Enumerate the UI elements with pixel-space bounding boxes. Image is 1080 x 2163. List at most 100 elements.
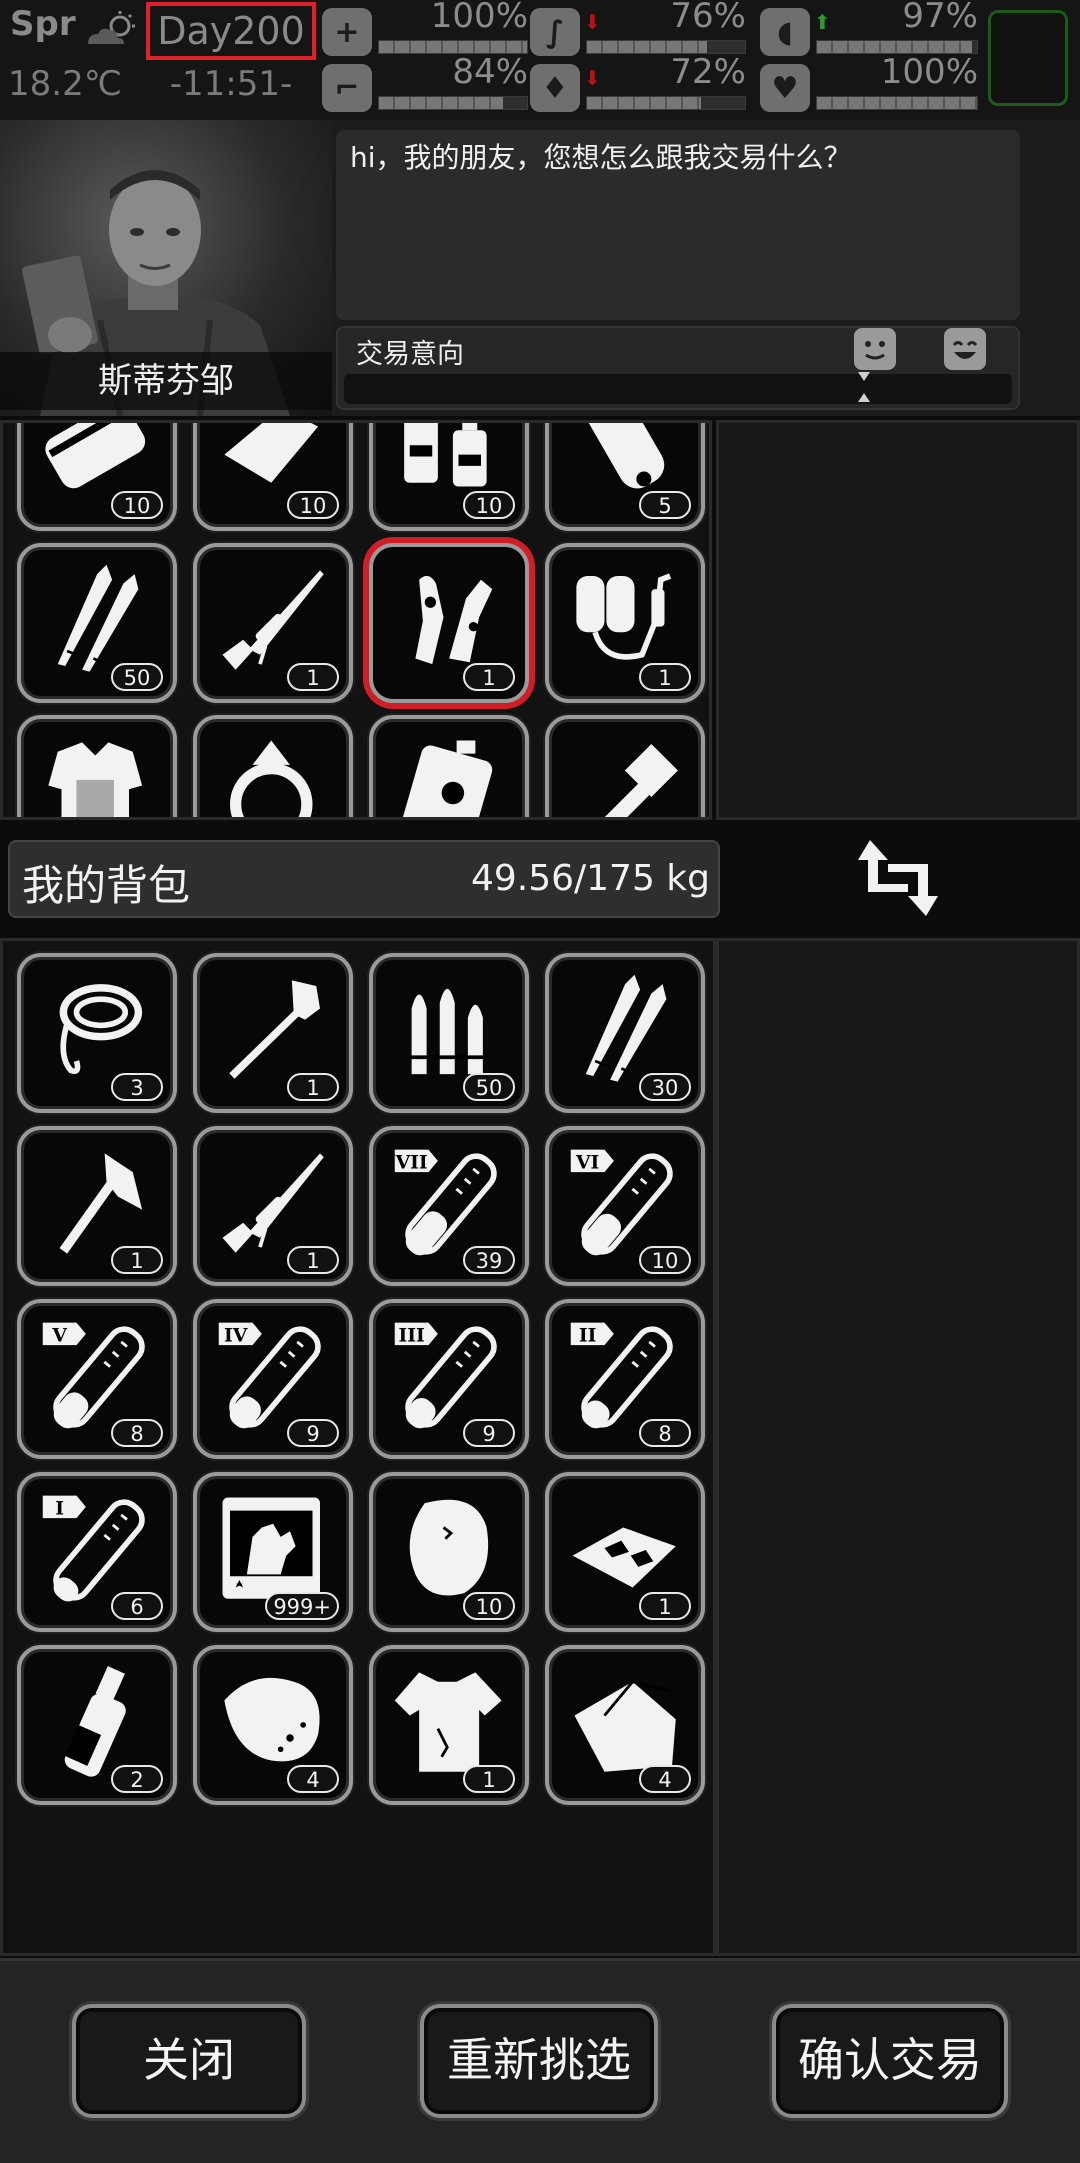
backpack-inventory[interactable]: 3 1 50 30 1 1 VII 39 VI 10 V 8 IV 9 III …	[0, 938, 716, 1956]
stat-percent: 72%	[670, 52, 746, 92]
stat-percent: 76%	[670, 0, 746, 36]
reselect-button[interactable]: 重新挑选	[420, 2004, 658, 2118]
item-count: 10	[463, 1592, 515, 1620]
inventory-slot[interactable]: VI 10	[545, 1126, 705, 1286]
intent-marker-icon	[858, 372, 870, 402]
inventory-slot[interactable]: 50	[369, 953, 529, 1113]
item-count: 1	[463, 1765, 515, 1793]
close-button[interactable]: 关闭	[72, 2004, 306, 2118]
inventory-slot[interactable]: 1	[193, 543, 353, 703]
npc-name: 斯蒂芬邹	[0, 352, 332, 410]
swap-icon[interactable]	[850, 830, 946, 926]
player-offer-area[interactable]	[716, 938, 1080, 1956]
item-count: 8	[639, 1419, 691, 1447]
gatling-gun-icon	[604, 743, 678, 817]
stat-percent: 100%	[880, 52, 978, 92]
item-count: 1	[639, 663, 691, 691]
inventory-slot[interactable]	[17, 715, 177, 817]
inventory-slot[interactable]: 1	[193, 1126, 353, 1286]
inventory-slot[interactable]: 1	[193, 953, 353, 1113]
svg-text:VI: VI	[575, 1151, 599, 1173]
trader-offer-area[interactable]	[716, 420, 1080, 820]
item-count: 9	[463, 1419, 515, 1447]
inventory-slot[interactable]: 10	[193, 423, 353, 531]
item-count: 1	[287, 663, 339, 691]
inventory-slot[interactable]	[369, 715, 529, 817]
inventory-slot[interactable]: 10	[369, 1472, 529, 1632]
item-count: 1	[287, 1246, 339, 1274]
item-count: 1	[287, 1073, 339, 1101]
inventory-slot[interactable]: 1	[545, 543, 705, 703]
inventory-slot[interactable]: 5	[545, 423, 705, 531]
inventory-slot[interactable]: I6	[17, 1472, 177, 1632]
item-count: 999+	[265, 1592, 339, 1620]
inventory-slot[interactable]: 1	[545, 1472, 705, 1632]
water-drop-icon: ♦	[530, 64, 580, 112]
item-count: 8	[111, 1419, 163, 1447]
svg-text:III: III	[398, 1324, 424, 1346]
inventory-slot[interactable]: 50	[17, 543, 177, 703]
item-count: 30	[639, 1073, 691, 1101]
stomach-icon: ∫	[530, 8, 580, 56]
inventory-slot[interactable]: 999+	[193, 1472, 353, 1632]
stat-bar	[586, 96, 746, 110]
item-count: 39	[463, 1246, 515, 1274]
inventory-slot[interactable]: IV 9	[193, 1299, 353, 1459]
item-count: 10	[287, 491, 339, 519]
inventory-slot[interactable]: 4	[545, 1645, 705, 1805]
item-count: 9	[287, 1419, 339, 1447]
stat-thirst: ♦ ⬇ 72%	[530, 52, 746, 116]
partly-cloudy-icon	[88, 11, 135, 44]
item-count: 1	[639, 1592, 691, 1620]
neutral-face-icon	[854, 328, 896, 370]
trend-down-icon: ⬇	[584, 10, 601, 34]
inventory-slot[interactable]: 10	[17, 423, 177, 531]
inventory-slot[interactable]: 1	[17, 1126, 177, 1286]
medkit-icon: +	[322, 8, 372, 56]
trend-down-icon: ⬇	[584, 66, 601, 90]
ring-icon	[230, 740, 313, 817]
item-count: 3	[111, 1073, 163, 1101]
inventory-slot[interactable]: VII 39	[369, 1126, 529, 1286]
item-count: 50	[463, 1073, 515, 1101]
item-count: 1	[463, 663, 515, 691]
item-count: 5	[639, 491, 691, 519]
backpack-weight: 49.56/175 kg	[470, 858, 710, 899]
heart-icon: ♥	[760, 64, 810, 112]
inventory-slot[interactable]: 1	[369, 1645, 529, 1805]
trader-inventory[interactable]: 10 10 10 5 50 1 1 1	[0, 420, 712, 820]
inventory-slot[interactable]: II 8	[545, 1299, 705, 1459]
item-count: 10	[639, 1246, 691, 1274]
svg-text:VII: VII	[395, 1151, 428, 1173]
item-count: 10	[463, 491, 515, 519]
season-label: Spr	[10, 4, 76, 44]
inventory-slot[interactable]	[545, 715, 705, 817]
inventory-slot[interactable]	[193, 715, 353, 817]
fuel-can-icon	[400, 740, 493, 817]
day-counter: Day200	[146, 2, 316, 60]
inventory-slot[interactable]: 3	[17, 953, 177, 1113]
inventory-slot[interactable]: V8	[17, 1299, 177, 1459]
stat-percent: 97%	[902, 0, 978, 36]
inventory-slot[interactable]: III 9	[369, 1299, 529, 1459]
trade-intent-bar	[344, 374, 1012, 404]
svg-text:IV: IV	[224, 1324, 248, 1346]
inventory-slot[interactable]: 1	[369, 543, 529, 703]
inventory-slot[interactable]: 30	[545, 953, 705, 1113]
happy-face-icon	[944, 328, 986, 370]
inventory-slot[interactable]: 2	[17, 1645, 177, 1805]
inventory-slot[interactable]: 10	[369, 423, 529, 531]
inventory-slot[interactable]: 4	[193, 1645, 353, 1805]
item-count: 2	[111, 1765, 163, 1793]
body-armor-icon	[48, 742, 143, 817]
time-label: -11:51-	[169, 64, 293, 104]
svg-text:II: II	[579, 1324, 597, 1346]
equipment-slot[interactable]	[988, 10, 1068, 106]
item-count: 4	[287, 1765, 339, 1793]
stat-percent: 100%	[430, 0, 528, 36]
trend-up-icon: ⬆	[814, 10, 831, 34]
backpack-title: 我的背包	[22, 861, 191, 910]
confirm-trade-button[interactable]: 确认交易	[772, 2004, 1008, 2118]
item-count: 10	[111, 491, 163, 519]
stat-bar	[816, 96, 978, 110]
